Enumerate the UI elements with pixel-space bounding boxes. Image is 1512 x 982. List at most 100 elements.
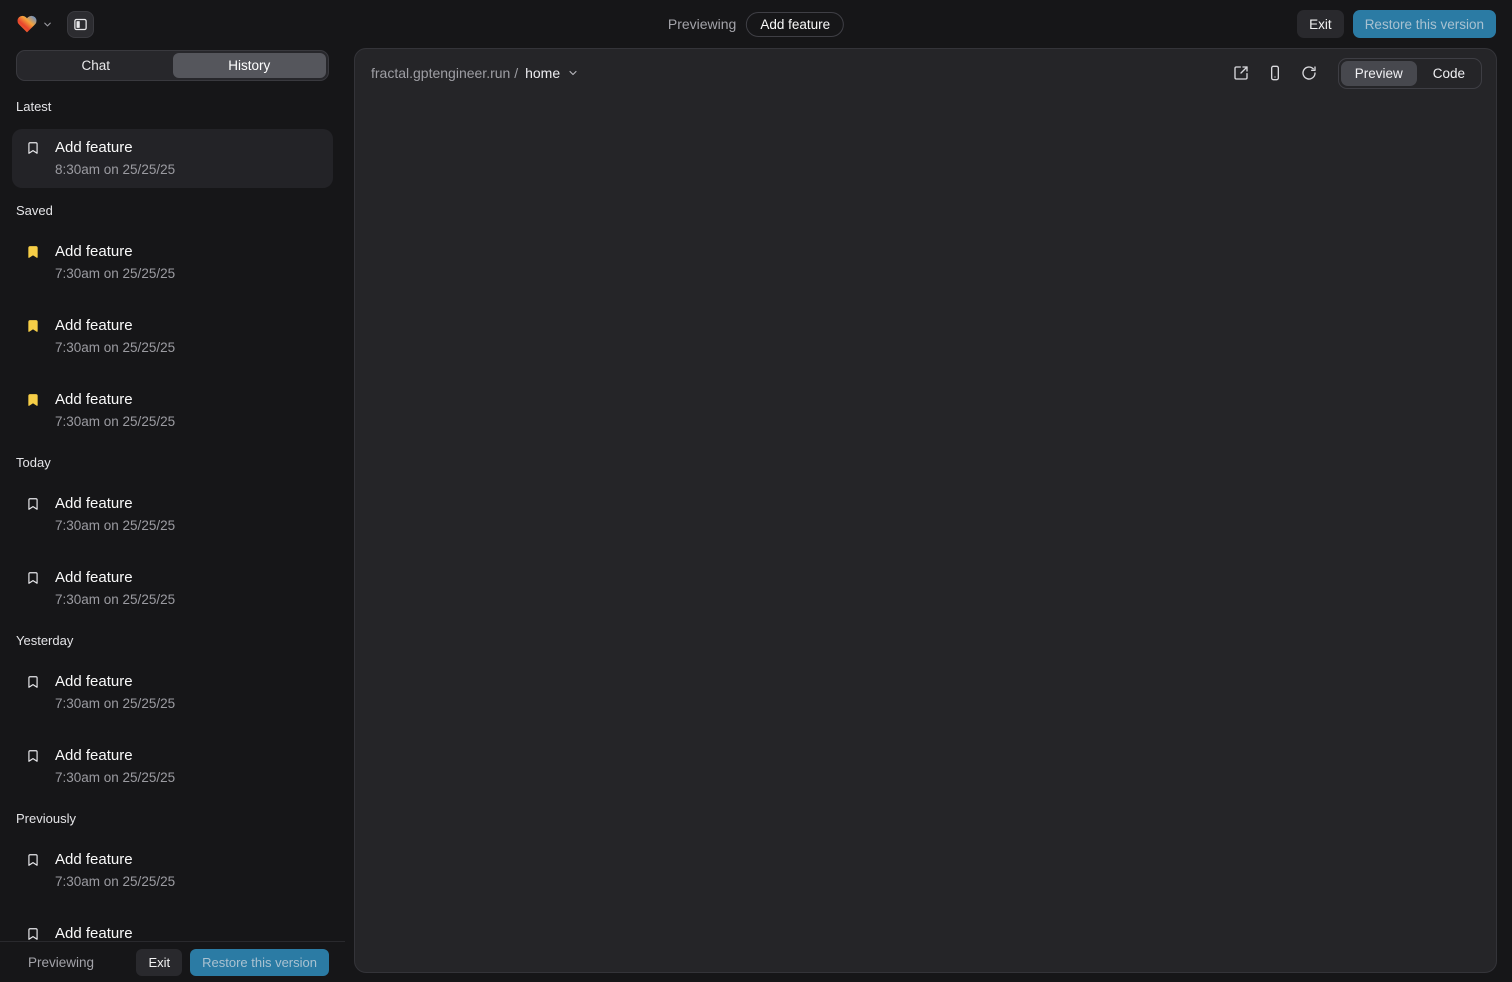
topbar-left xyxy=(16,11,94,38)
footer-restore-version-button[interactable]: Restore this version xyxy=(190,949,329,976)
preview-actions: PreviewCode xyxy=(1226,58,1482,89)
bookmark-outline-icon xyxy=(26,852,40,868)
version-item-text: Add feature7:30am on 25/25/25 xyxy=(55,388,175,433)
section-label: Saved xyxy=(16,203,329,218)
section-label: Today xyxy=(16,455,329,470)
lovable-heart-icon xyxy=(16,14,38,34)
version-item[interactable]: Add feature7:30am on 25/25/25 xyxy=(12,233,333,292)
chevron-down-icon xyxy=(42,19,53,30)
open-in-new-tab-icon xyxy=(1233,65,1249,81)
url-breadcrumb[interactable]: fractal.gptengineer.run / home xyxy=(371,65,579,81)
refresh-button[interactable] xyxy=(1294,58,1324,88)
version-item-timestamp: 7:30am on 25/25/25 xyxy=(55,411,175,433)
section-previously: PreviouslyAdd feature7:30am on 25/25/25A… xyxy=(0,811,345,941)
bookmark-outline-icon xyxy=(26,496,40,512)
url-prefix: fractal.gptengineer.run / xyxy=(371,65,518,81)
version-item-timestamp: 7:30am on 25/25/25 xyxy=(55,263,175,285)
version-item[interactable]: Add feature7:30am on 25/25/25 xyxy=(12,559,333,618)
version-item[interactable]: Add feature7:30am on 25/25/25 xyxy=(12,663,333,722)
version-item[interactable]: Add feature7:30am on 25/25/25 xyxy=(12,841,333,900)
version-item-title: Add feature xyxy=(55,922,175,941)
bookmark-filled-icon xyxy=(26,318,40,334)
version-item-title: Add feature xyxy=(55,848,175,871)
version-item-timestamp: 7:30am on 25/25/25 xyxy=(55,871,175,893)
main-layout: ChatHistory LatestAdd feature8:30am on 2… xyxy=(0,48,1512,982)
section-latest: Latest Add feature8:30am on 25/25/25 xyxy=(0,99,345,188)
version-item[interactable]: Add feature7:30am on 25/25/25 xyxy=(12,485,333,544)
section-yesterday: YesterdayAdd feature7:30am on 25/25/25Ad… xyxy=(0,633,345,796)
version-item-text: Add feature7:30am on 25/25/25 xyxy=(55,670,175,715)
bookmark-outline-icon xyxy=(26,570,40,586)
version-item-timestamp: 7:30am on 25/25/25 xyxy=(55,515,175,537)
section-saved: SavedAdd feature7:30am on 25/25/25Add fe… xyxy=(0,203,345,440)
sidebar-footer: Previewing Exit Restore this version xyxy=(0,941,345,982)
version-item-title: Add feature xyxy=(55,314,175,337)
refresh-icon xyxy=(1301,65,1317,81)
version-item-text: Add feature7:30am on 25/25/25 xyxy=(55,566,175,611)
section-today: TodayAdd feature7:30am on 25/25/25Add fe… xyxy=(0,455,345,618)
version-item-text: Add feature7:30am on 25/25/25 xyxy=(55,492,175,537)
url-chevron-down-icon xyxy=(567,67,579,79)
preview-header: fractal.gptengineer.run / home xyxy=(355,49,1496,97)
footer-actions: Exit Restore this version xyxy=(136,949,329,976)
footer-exit-button[interactable]: Exit xyxy=(136,949,182,976)
tab-history[interactable]: History xyxy=(173,53,327,78)
version-item-timestamp: 7:30am on 25/25/25 xyxy=(55,767,175,789)
version-item-timestamp: 7:30am on 25/25/25 xyxy=(55,589,175,611)
history-sidebar: ChatHistory LatestAdd feature8:30am on 2… xyxy=(0,48,345,982)
version-item-title: Add feature xyxy=(55,492,175,515)
version-item-title: Add feature xyxy=(55,240,175,263)
topbar-actions: Exit Restore this version xyxy=(1297,10,1496,38)
version-item-timestamp: 7:30am on 25/25/25 xyxy=(55,337,175,359)
bookmark-filled-icon xyxy=(26,392,40,408)
view-tab-code[interactable]: Code xyxy=(1419,61,1479,86)
restore-version-button[interactable]: Restore this version xyxy=(1353,10,1496,38)
version-item-text: Add feature7:30am on 25/25/25 xyxy=(55,848,175,893)
version-item-text: Add feature7:30am on 25/25/25 xyxy=(55,240,175,285)
version-item[interactable]: Add feature8:30am on 25/25/25 xyxy=(12,129,333,188)
panel-left-icon xyxy=(73,17,88,32)
mobile-preview-button[interactable] xyxy=(1260,58,1290,88)
topbar: Previewing Add feature Exit Restore this… xyxy=(0,0,1512,48)
section-label: Latest xyxy=(16,99,329,114)
section-label: Previously xyxy=(16,811,329,826)
version-item-text: Add feature8:30am on 25/25/25 xyxy=(55,136,175,181)
bookmark-filled-icon xyxy=(26,244,40,260)
bookmark-outline-icon xyxy=(26,140,40,156)
bookmark-outline-icon xyxy=(26,926,40,941)
open-in-new-tab-button[interactable] xyxy=(1226,58,1256,88)
sidebar-tabs: ChatHistory xyxy=(16,50,329,81)
version-item-text: Add feature7:30am on 25/25/25 xyxy=(55,922,175,941)
exit-button[interactable]: Exit xyxy=(1297,10,1344,38)
version-item-title: Add feature xyxy=(55,670,175,693)
version-badge: Add feature xyxy=(746,12,844,37)
tab-chat[interactable]: Chat xyxy=(19,53,173,78)
sidebar-toggle-button[interactable] xyxy=(67,11,94,38)
version-list: LatestAdd feature8:30am on 25/25/25Saved… xyxy=(0,89,345,941)
mobile-preview-icon xyxy=(1267,65,1283,81)
url-page: home xyxy=(525,65,560,81)
version-item-title: Add feature xyxy=(55,388,175,411)
version-item[interactable]: Add feature7:30am on 25/25/25 xyxy=(12,381,333,440)
view-tab-preview[interactable]: Preview xyxy=(1341,61,1417,86)
version-item[interactable]: Add feature7:30am on 25/25/25 xyxy=(12,737,333,796)
version-item-title: Add feature xyxy=(55,566,175,589)
bookmark-outline-icon xyxy=(26,748,40,764)
version-item[interactable]: Add feature7:30am on 25/25/25 xyxy=(12,307,333,366)
version-item-timestamp: 8:30am on 25/25/25 xyxy=(55,159,175,181)
preview-panel: fractal.gptengineer.run / home xyxy=(354,48,1497,973)
version-item[interactable]: Add feature7:30am on 25/25/25 xyxy=(12,915,333,941)
version-item-title: Add feature xyxy=(55,744,175,767)
preview-area: fractal.gptengineer.run / home xyxy=(345,48,1512,982)
version-item-timestamp: 7:30am on 25/25/25 xyxy=(55,693,175,715)
view-mode-switch: PreviewCode xyxy=(1338,58,1482,89)
bookmark-outline-icon xyxy=(26,674,40,690)
previewing-label: Previewing xyxy=(668,16,736,32)
version-item-title: Add feature xyxy=(55,136,175,159)
version-item-text: Add feature7:30am on 25/25/25 xyxy=(55,314,175,359)
version-item-text: Add feature7:30am on 25/25/25 xyxy=(55,744,175,789)
project-menu-button[interactable] xyxy=(16,14,53,34)
topbar-status: Previewing Add feature xyxy=(668,0,844,48)
preview-content xyxy=(355,97,1496,972)
footer-previewing-label: Previewing xyxy=(28,955,94,970)
